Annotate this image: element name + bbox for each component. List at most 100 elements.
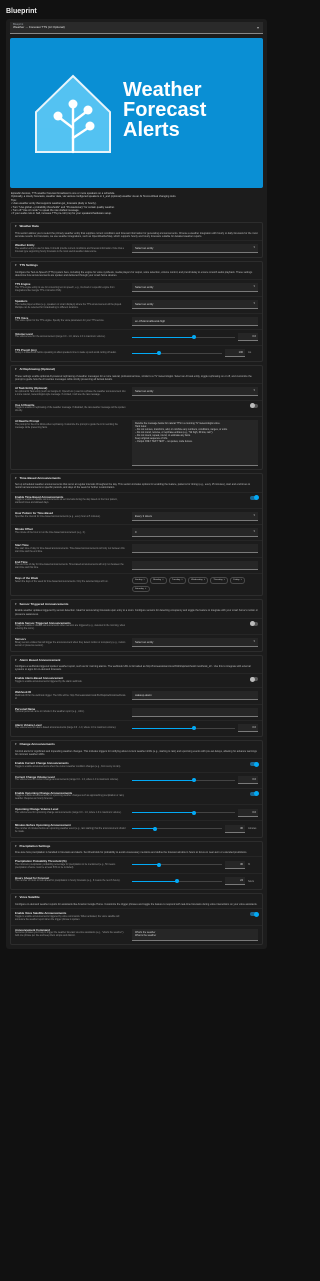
section-header[interactable]: ▾ TTS Settings xyxy=(11,262,262,271)
announcement-command-textarea[interactable]: What's the weather What is the weather xyxy=(132,928,258,941)
day-chip[interactable]: Monday ✕ xyxy=(150,577,167,584)
page-title: Blueprint xyxy=(6,8,37,15)
webhook-id-input[interactable]: wakeup-alarm xyxy=(132,691,258,701)
close-icon[interactable]: ✕ xyxy=(240,579,242,582)
current-change-toggle[interactable] xyxy=(250,761,259,767)
slider-handle[interactable] xyxy=(191,810,196,815)
precip-threshold-slider[interactable] xyxy=(132,862,222,867)
sensors-select[interactable]: Select an entity ▾ xyxy=(132,638,258,648)
setting-hint: Webhook ID for the webhook trigger. The … xyxy=(15,694,127,700)
sensor-trigger-toggle[interactable] xyxy=(249,621,258,627)
setting-row: TTS Preroll (ms) Delay in milliseconds be… xyxy=(11,344,262,361)
preroll-slider[interactable] xyxy=(132,351,222,356)
close-icon[interactable]: ✕ xyxy=(204,579,206,582)
chevron-down-icon: ▾ xyxy=(15,895,17,900)
day-chip-label: Thursday xyxy=(213,579,223,582)
volume-slider[interactable] xyxy=(132,335,235,340)
section-title: AI Rephrasing (Optional) xyxy=(19,367,55,372)
day-chip[interactable]: Wednesday ✕ xyxy=(188,577,209,584)
day-chip[interactable]: Sunday ✕ xyxy=(132,577,149,584)
setting-row: End Time The end time of day for time-bas… xyxy=(11,556,262,574)
slider-handle[interactable] xyxy=(191,335,196,340)
setting-hint: The media player entities (e.g., speaker… xyxy=(15,303,122,309)
hours-ahead-slider[interactable] xyxy=(132,879,222,884)
slider-handle[interactable] xyxy=(157,351,161,356)
upcoming-change-volume-slider[interactable] xyxy=(132,810,235,815)
setting-hint: The minute of the hour to run the time-b… xyxy=(15,531,86,534)
close-icon[interactable]: ✕ xyxy=(143,579,145,582)
close-icon[interactable]: ✕ xyxy=(145,588,147,591)
banner-title-line: Weather xyxy=(123,79,202,101)
section-title: Time-Based Announcements xyxy=(19,475,61,480)
end-time-input[interactable] xyxy=(132,560,258,570)
alarm-toggle[interactable] xyxy=(249,676,258,682)
upcoming-change-volume-input[interactable]: 0.6 xyxy=(238,808,258,817)
day-chip[interactable]: Saturday ✕ xyxy=(132,585,150,593)
day-chip[interactable]: Thursday ✕ xyxy=(210,577,229,584)
volume-value-input[interactable]: 0.6 xyxy=(238,333,258,342)
blueprint-select[interactable]: Blueprint Weather → Forecast TTS (AI Opt… xyxy=(10,22,263,34)
chevron-down-icon: ▾ xyxy=(15,843,17,848)
section-header[interactable]: ▾ Change Announcements xyxy=(11,741,262,750)
section-header[interactable]: ▾ AI Rephrasing (Optional) xyxy=(11,366,262,375)
setting-hint: The voice option for the TTS engine. Spe… xyxy=(15,320,105,323)
hour-pattern-select[interactable]: Every 3 Hours ▾ xyxy=(132,512,258,522)
section-description: This section allows you to select the pr… xyxy=(15,231,258,239)
close-icon[interactable]: ✕ xyxy=(224,579,226,582)
time-based-toggle[interactable] xyxy=(250,495,259,501)
day-chip[interactable]: Friday ✕ xyxy=(230,577,246,584)
current-change-volume-input[interactable]: 0.6 xyxy=(238,776,258,785)
section-header[interactable]: ▾ Weather Data xyxy=(11,223,262,232)
setting-hint: Sentence phrases you'd say to trigger th… xyxy=(15,932,124,938)
tts-engine-select[interactable]: Select an entity ▾ xyxy=(132,283,258,293)
section-title: Precipitation Settings xyxy=(19,843,51,848)
preroll-value-input[interactable]: 100 xyxy=(225,349,245,358)
close-icon[interactable]: ✕ xyxy=(162,579,164,582)
section-header[interactable]: ▾ Voice Satellite xyxy=(11,894,262,903)
speakers-select[interactable]: Select an entity ▾ xyxy=(132,299,258,309)
use-ai-toggle[interactable] xyxy=(249,403,258,409)
section-header[interactable]: ▾ Precipitation Settings xyxy=(11,842,262,851)
weather-entity-select[interactable]: Select an entity ▾ xyxy=(132,244,258,254)
current-change-volume-slider[interactable] xyxy=(132,778,235,783)
chevron-down-icon: ▾ xyxy=(15,601,17,606)
setting-row: TTS Voice The voice option for the TTS en… xyxy=(11,312,262,329)
tts-voice-input[interactable]: en-US-EmmaNeural-high xyxy=(132,316,258,326)
start-time-input[interactable] xyxy=(132,544,258,554)
precip-threshold-input[interactable]: 30 xyxy=(225,860,245,869)
minutes-before-input[interactable]: 30 xyxy=(225,824,245,833)
hours-ahead-input[interactable]: 24 xyxy=(225,877,245,886)
setting-hint: The volume level for current change anno… xyxy=(15,779,119,782)
voice-satellite-toggle[interactable] xyxy=(250,911,259,917)
setting-hint: The volume level for the announcement (r… xyxy=(15,336,106,339)
slider-handle[interactable] xyxy=(191,726,196,731)
field-value: Select an entity xyxy=(135,247,154,251)
alarm-volume-slider[interactable] xyxy=(132,726,235,731)
slider-handle[interactable] xyxy=(157,862,161,867)
chevron-down-icon: ▾ xyxy=(256,25,259,30)
section-header[interactable]: ▾ Time-Based Announcements xyxy=(11,474,262,483)
close-icon[interactable]: ✕ xyxy=(181,579,183,582)
day-chip[interactable]: Tuesday ✕ xyxy=(168,577,187,584)
setting-row: AI Task Entity (Optional) An optional AI … xyxy=(11,382,262,400)
blueprint-select-value: Weather → Forecast TTS (AI Optional) xyxy=(13,25,65,30)
ai-task-entity-select[interactable]: Select an entity ▾ xyxy=(132,386,258,396)
section-header[interactable]: ▾ Alarm Based Announcement xyxy=(11,656,262,665)
ai-prompt-textarea[interactable]: Rewrite the message below for natural TT… xyxy=(132,420,258,467)
section-title: Weather Data xyxy=(19,224,39,229)
section-title: Change Announcements xyxy=(19,742,55,747)
upcoming-change-toggle[interactable] xyxy=(250,791,259,797)
setting-row: Webhook ID Webhook ID for the webhook tri… xyxy=(11,687,262,704)
minute-offset-select[interactable]: 0 ▾ xyxy=(132,528,258,538)
section-header[interactable]: ▾ Sensor Triggered Announcements xyxy=(11,600,262,609)
day-chip-label: Monday xyxy=(153,579,162,582)
personal-name-input[interactable] xyxy=(132,707,258,717)
setting-row: Hours Ahead for Forecast The number of ho… xyxy=(11,872,262,889)
setting-hint: Delay in milliseconds before speaking to… xyxy=(15,352,117,355)
slider-handle[interactable] xyxy=(152,826,157,831)
minutes-before-slider[interactable] xyxy=(132,826,222,831)
slider-handle[interactable] xyxy=(175,879,179,884)
day-chip-label: Tuesday xyxy=(171,579,181,582)
alarm-volume-value-input[interactable]: 0.6 xyxy=(238,724,258,733)
slider-handle[interactable] xyxy=(191,778,196,783)
